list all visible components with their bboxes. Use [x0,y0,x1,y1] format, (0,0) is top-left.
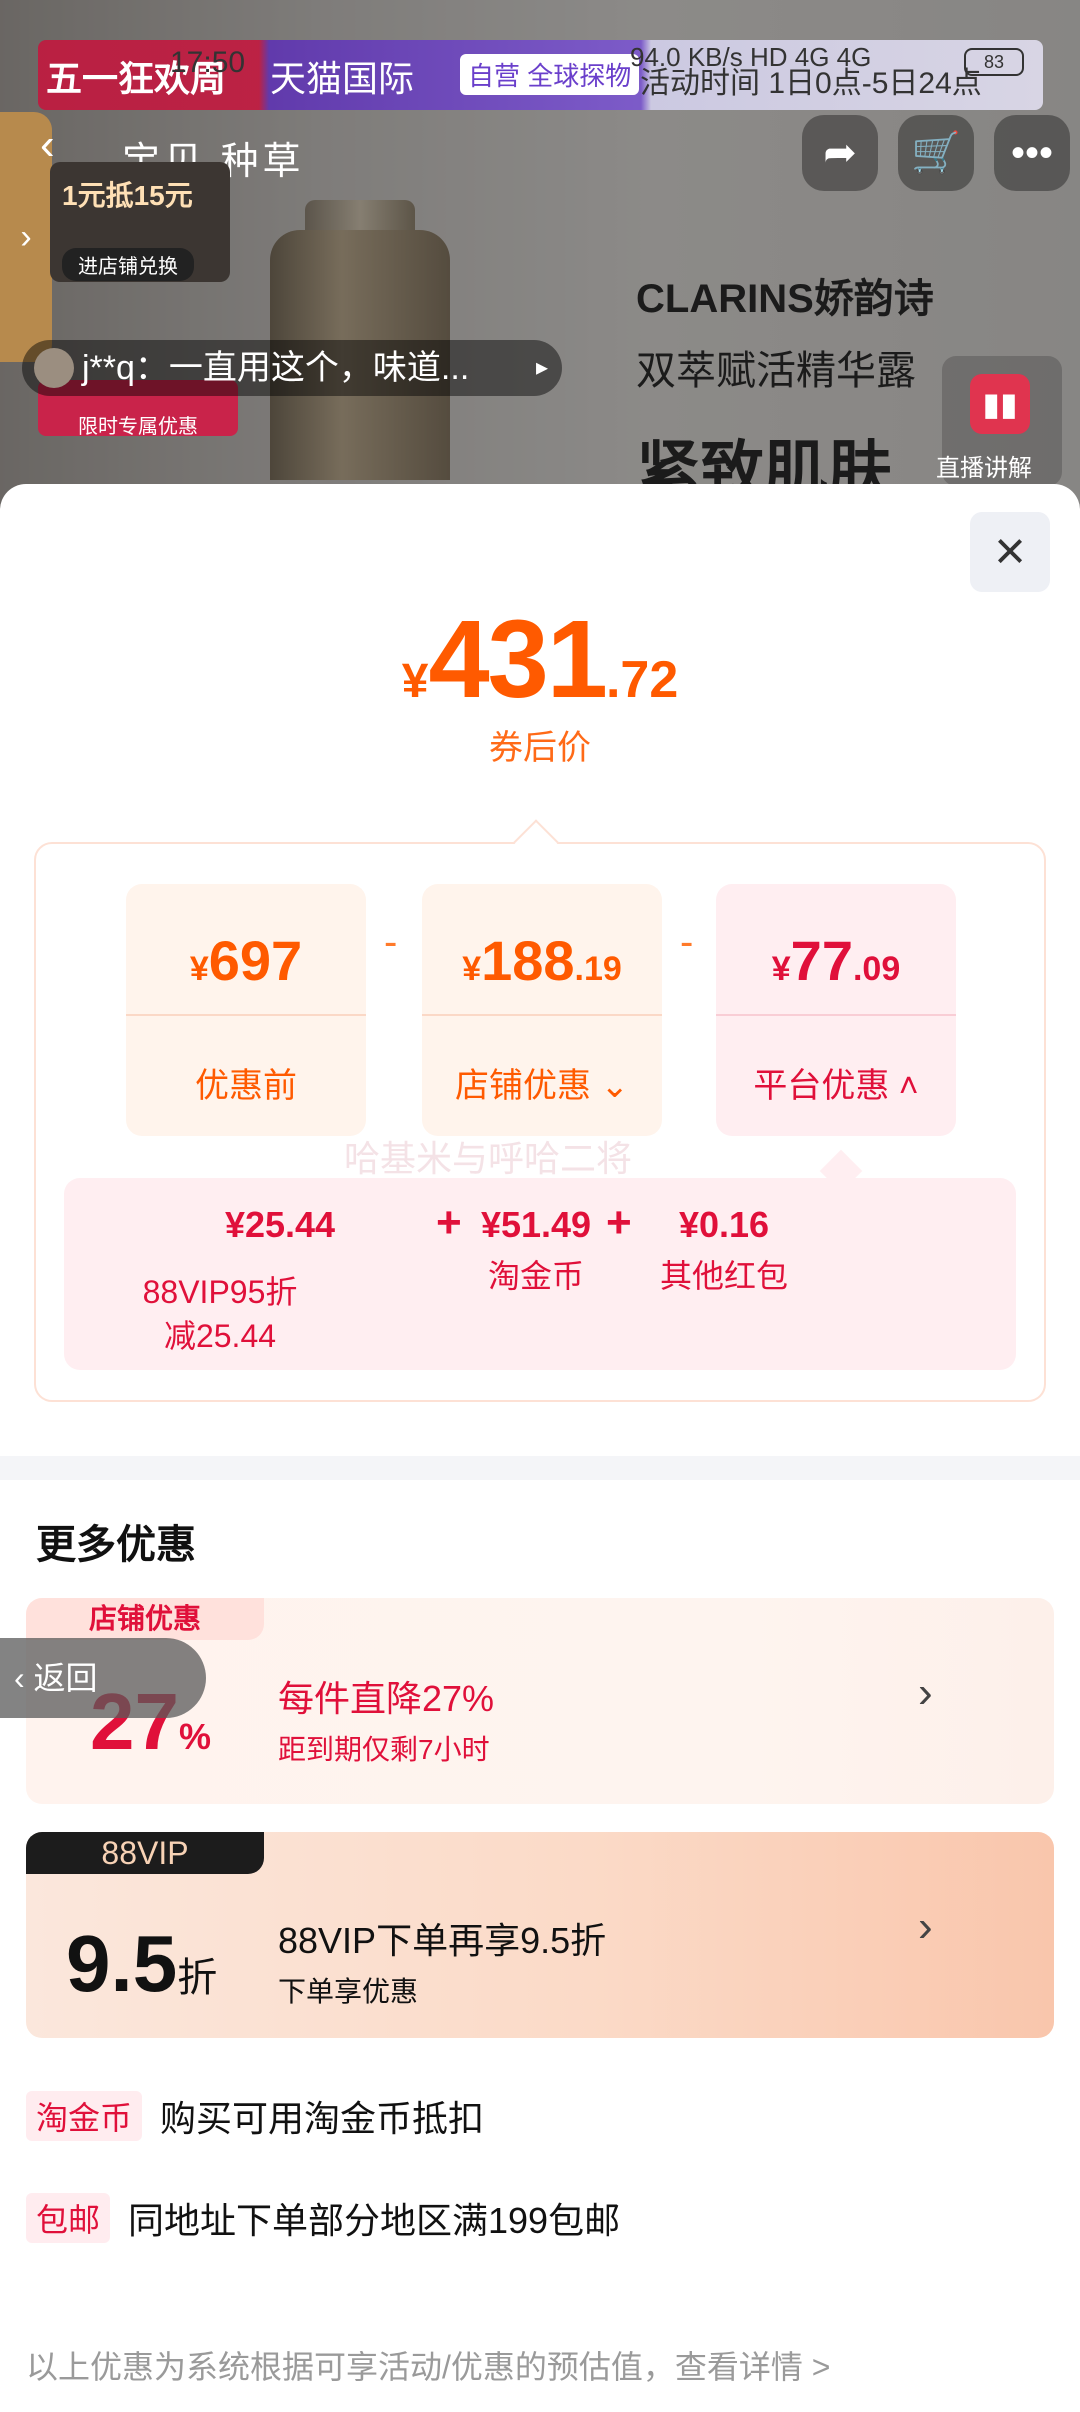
final-price-label: 券后价 [489,729,591,767]
original-price-value: ¥697 [189,929,303,992]
share-icon[interactable]: ➦ [802,115,878,191]
live-explain-button[interactable]: ▮▮ 直播讲解 [936,356,1062,486]
comment-text: j**q：一直用这个，味道... [82,349,470,387]
avatar [34,348,74,388]
section-separator [0,1456,1080,1480]
vip-discount-amount: 减25.44 [163,1318,277,1354]
free-shipping-tag: 包邮 [26,2193,111,2243]
store-discount-cell[interactable]: ¥188.19 店铺优惠 ⌄ [422,884,662,1136]
live-explain-label: 直播讲解 [936,455,1032,482]
platform-discount-label: 平台优惠 ˄ [753,1067,919,1105]
vip-offer-title: 88VIP下单再享9.5折 [278,1920,607,1961]
info-row-shipping: 包邮 同地址下单部分地区满199包邮 [26,2192,620,2248]
minus-sign: - [680,920,694,964]
original-price-cell: ¥697 优惠前 [126,884,366,1136]
live-promo-text: 限时专属优惠 [78,416,198,438]
taojinbi-text: 购买可用淘金币抵扣 [160,2098,485,2139]
coupon-title: 1元抵15元 [62,180,193,211]
vip-discount-item: ¥25.44 [225,1204,440,1246]
battery-icon: 83 [964,48,1024,76]
more-icon[interactable]: ••• [994,115,1070,191]
free-shipping-text: 同地址下单部分地区满199包邮 [128,2200,621,2241]
final-price: ¥431.72 [0,596,1080,723]
vip-offer-card[interactable]: 88VIP 9.5折 88VIP下单再享9.5折 下单享优惠 › [26,1832,1054,2038]
status-indicators: 94.0 KB/s HD 4G 4G [630,42,872,72]
store-offer-tag: 店铺优惠 [26,1598,264,1640]
store-discount-value: ¥188.19 [462,929,622,992]
store-offer-title: 每件直降27% [278,1678,495,1719]
footer-note-link[interactable]: 以上优惠为系统根据可享活动/优惠的预估值，查看详情 > [26,2342,830,2388]
play-icon: ▸ [535,354,548,381]
vip-discount-text: 88VIP95折 减25.44 [120,1262,320,1358]
status-time: 17:50 [170,46,246,79]
live-chart-icon: ▮▮ [970,374,1030,434]
other-redpacket-value: ¥0.16 [678,1204,770,1245]
vip-discount-value: ¥25.44 [224,1204,336,1245]
final-price-decimal: .72 [605,651,679,709]
chevron-right-icon: › [918,1902,933,1951]
platform-discount-value: ¥77.09 [771,929,901,992]
info-row-taojinbi: 淘金币 购买可用淘金币抵扣 [26,2090,484,2146]
other-redpacket-label: 其他红包 [659,1258,788,1294]
more-offers-title: 更多优惠 [36,1523,196,1567]
coupon-float[interactable]: 1元抵15元 进店铺兑换 [50,162,230,282]
cart-icon[interactable]: 🛒 [898,115,974,191]
store-discount-label: 店铺优惠 ⌄ [455,1067,629,1105]
watermark: 哈基米与呼哈二将 [344,1138,633,1179]
platform-discount-cell[interactable]: ¥77.09 平台优惠 ˄ [716,884,956,1136]
cell-divider [126,1014,366,1016]
vip-discount-label: 88VIP95折 [142,1274,298,1310]
comment-bubble[interactable]: j**q：一直用这个，味道... ▸ [22,340,562,396]
final-price-currency: ¥ [401,655,429,708]
coupon-exchange-button[interactable]: 进店铺兑换 [62,248,194,281]
other-redpacket-item: ¥0.16 其他红包 [624,1204,824,1298]
original-price-label: 优惠前 [195,1067,297,1105]
vip-offer-discount: 9.5折 [66,1919,218,2008]
store-offer-countdown: 距到期仅剩7小时 [278,1734,490,1765]
taojinbi-tag: 淘金币 [26,2091,143,2141]
taojinbi-label: 淘金币 [487,1258,584,1294]
cell-divider [422,1014,662,1016]
back-float-button[interactable]: ‹ 返回 [0,1638,206,1718]
vip-offer-sub: 下单享优惠 [278,1976,419,2007]
close-icon[interactable]: × [970,512,1050,592]
chevron-right-icon: › [918,1668,933,1717]
cell-divider [716,1014,956,1016]
vip-offer-tag: 88VIP [26,1832,264,1874]
page: CLARINS娇韵诗 双萃赋活精华露 紧致肌肤 五一狂欢周 天猫国际 自营 全球… [0,0,1080,2412]
final-price-int: 431 [428,598,608,721]
minus-sign: - [384,920,398,964]
status-bar: 17:50 94.0 KB/s HD 4G 4G 83 [0,36,1080,92]
